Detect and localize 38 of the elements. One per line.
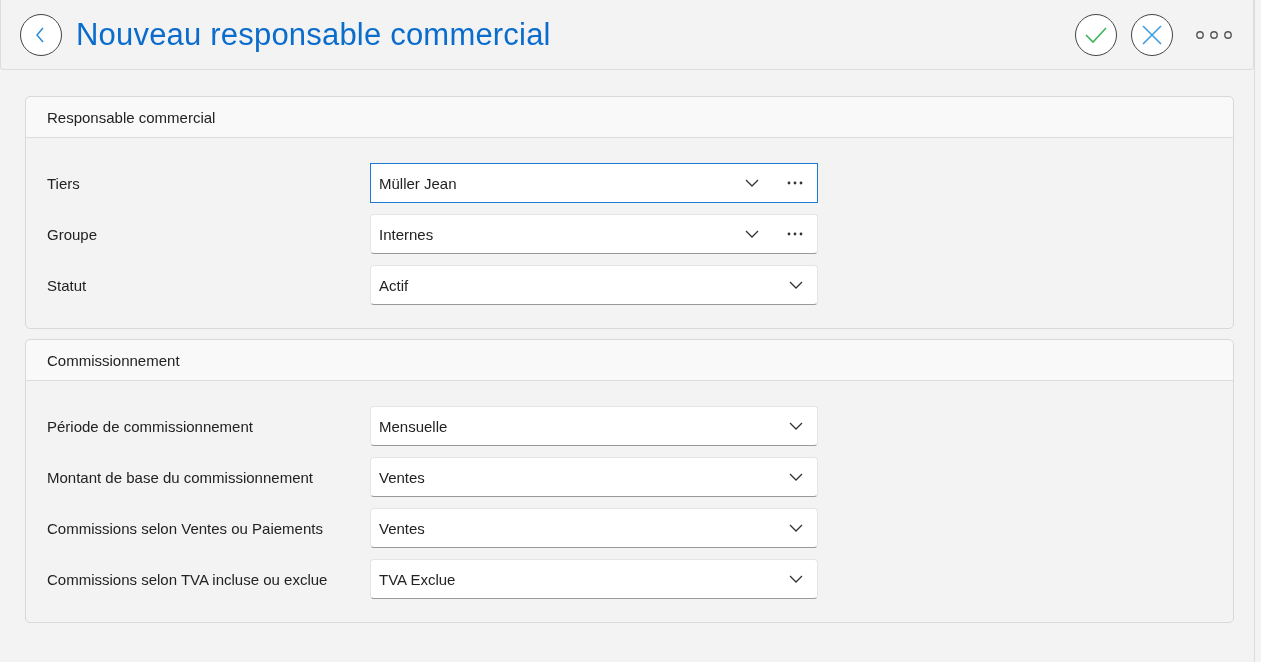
page-title: Nouveau responsable commercial	[76, 16, 551, 53]
chevron-down-icon	[789, 422, 803, 430]
ellipsis-icon[interactable]	[787, 232, 803, 236]
field-value: Internes	[379, 225, 435, 243]
dropdown-field[interactable]: Internes	[370, 214, 818, 254]
field-label: Montant de base du commissionnement	[47, 468, 314, 486]
field-label: Commissions selon Ventes ou Paiements	[47, 519, 324, 537]
field-value: Ventes	[379, 519, 426, 537]
section-title: Responsable commercial	[26, 97, 1233, 138]
field-label: Tiers	[47, 174, 81, 192]
dropdown-field[interactable]: Actif	[370, 265, 818, 305]
field-value: Mensuelle	[379, 417, 449, 435]
field-label: Commissions selon TVA incluse ou exclue	[47, 570, 329, 588]
chevron-down-icon	[745, 230, 759, 238]
field-value: Actif	[379, 276, 410, 294]
dropdown-field[interactable]: Mensuelle	[370, 406, 818, 446]
section-title: Commissionnement	[26, 340, 1233, 381]
close-icon	[1140, 22, 1164, 47]
chevron-down-icon	[789, 524, 803, 532]
field-value: Müller Jean	[379, 174, 458, 192]
chevron-down-icon	[789, 473, 803, 481]
dropdown-field[interactable]: Müller Jean	[370, 163, 818, 203]
more-icon	[1195, 29, 1233, 40]
chevron-down-icon	[789, 281, 803, 289]
chevron-down-icon	[789, 575, 803, 583]
ellipsis-icon[interactable]	[787, 181, 803, 185]
field-label: Période de commissionnement	[47, 417, 254, 435]
confirm-button[interactable]	[1075, 13, 1117, 56]
field-label: Groupe	[47, 225, 99, 243]
field-value: TVA Exclue	[379, 570, 457, 588]
dropdown-field[interactable]: TVA Exclue	[370, 559, 818, 599]
field-label: Statut	[47, 276, 88, 294]
chevron-down-icon	[745, 179, 759, 187]
dropdown-field[interactable]: Ventes	[370, 508, 818, 548]
dropdown-field[interactable]: Ventes	[370, 457, 818, 497]
back-button[interactable]	[20, 13, 62, 56]
field-value: Ventes	[379, 468, 426, 486]
cancel-button[interactable]	[1131, 13, 1173, 56]
